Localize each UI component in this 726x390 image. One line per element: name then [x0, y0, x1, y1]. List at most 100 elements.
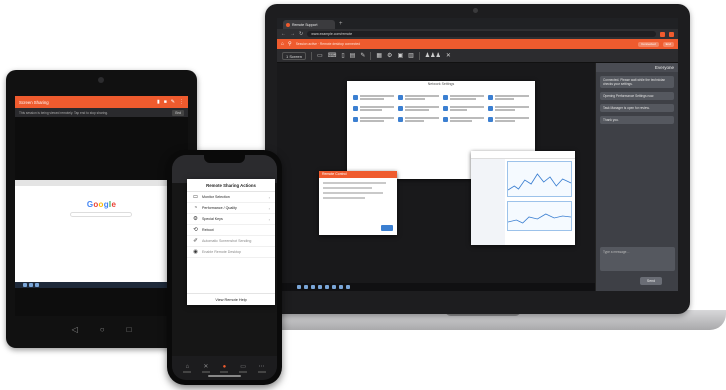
remote-dialog[interactable]: Remote Control — [319, 171, 397, 235]
settings-tile[interactable] — [443, 117, 484, 123]
game-icon — [488, 106, 493, 111]
taskbar-app-icon[interactable] — [304, 285, 308, 289]
users-icon[interactable]: ♟♟♟ — [425, 52, 441, 60]
home-icon: ⌂ — [185, 363, 190, 370]
settings-tile[interactable] — [488, 106, 529, 112]
mouse-icon[interactable]: ▯ — [341, 52, 344, 60]
google-search-box[interactable] — [70, 212, 132, 217]
settings-tile[interactable] — [398, 106, 439, 112]
settings-tile[interactable] — [443, 106, 484, 112]
tablet-app-bar: Screen Sharing ▮ ■ ✎ ⋮ — [15, 96, 188, 108]
monitor-icon[interactable]: ▭ — [317, 52, 323, 60]
keyboard-icon[interactable]: ⌨ — [328, 52, 337, 60]
reload-icon[interactable]: ↻ — [299, 31, 303, 37]
chevron-right-icon: › — [268, 194, 270, 200]
taskbar-app-icon[interactable] — [346, 285, 350, 289]
remote-desktop-view[interactable]: Network Settings Remote Control — [277, 63, 595, 291]
browser-tab[interactable]: Remote Support — [283, 20, 335, 29]
menu-item-remote-desktop[interactable]: ◉ Enable Remote Desktop — [187, 247, 275, 258]
trash-icon[interactable]: ▮ — [157, 99, 160, 105]
task-manager-window[interactable] — [471, 151, 575, 245]
taskbar-app-icon[interactable] — [311, 285, 315, 289]
settings-tile[interactable] — [353, 95, 394, 101]
file-icon[interactable]: ▦ — [376, 52, 382, 60]
settings-tile[interactable] — [353, 106, 394, 112]
dialog-body — [319, 178, 397, 206]
back-icon[interactable]: ◁ — [72, 325, 78, 334]
tablet-end-button[interactable]: End — [172, 109, 184, 116]
session-toolbar: 1 Screen ▭ ⌨ ▯ ▤ ✎ ▦ ⚙ ▣ ▥ ♟♟♟ ✕ — [277, 49, 678, 63]
laptop-screen: Remote Support + ← → ↻ www.example.com/r… — [277, 18, 678, 291]
tab-home[interactable]: ⌂ — [183, 363, 192, 373]
taskbar-app-icon[interactable] — [332, 285, 336, 289]
chat-message: Thank you. — [600, 116, 674, 124]
chat-input[interactable]: Type a message… — [600, 247, 675, 271]
gauge-icon: ◔ — [193, 205, 198, 211]
menu-item-reboot[interactable]: ⟲ Reboot — [187, 225, 275, 236]
taskbar-app-icon[interactable] — [318, 285, 322, 289]
tablet-camera — [98, 77, 104, 83]
back-icon[interactable]: ← — [281, 31, 286, 37]
taskbar-app-icon[interactable] — [23, 283, 27, 287]
settings-tile[interactable] — [488, 117, 529, 123]
menu-item-special-keys[interactable]: ⚙ Special Keys › — [187, 214, 275, 225]
divider — [311, 51, 313, 60]
dialog-ok-button[interactable] — [381, 225, 393, 231]
remote-taskbar — [277, 283, 595, 291]
taskbar-app-icon[interactable] — [325, 285, 329, 289]
screen-select[interactable]: 1 Screen — [282, 51, 307, 60]
app-header-bar: ⌂ ⚲ Session active · Remote desktop conn… — [277, 39, 678, 49]
new-tab-icon[interactable]: + — [339, 20, 343, 29]
extension-icon[interactable] — [660, 31, 665, 37]
settings-tile[interactable] — [353, 117, 394, 123]
tab-tools[interactable]: ✕ — [201, 363, 210, 373]
chat-panel: Everyone Connected. Please wait while th… — [595, 63, 678, 291]
settings-tile[interactable] — [488, 95, 529, 101]
taskbar-app-icon[interactable] — [297, 285, 301, 289]
pen-icon[interactable]: ✎ — [360, 52, 365, 60]
taskbar-app-icon[interactable] — [339, 285, 343, 289]
accessibility-icon — [353, 117, 358, 122]
taskbar-app-icon[interactable] — [29, 283, 33, 287]
tab-chat[interactable]: ▭ — [239, 363, 248, 373]
chat-icon[interactable]: ▣ — [397, 52, 403, 60]
close-icon[interactable]: ✕ — [446, 52, 451, 60]
chat-message: Opening Performance Settings now. — [600, 92, 674, 100]
settings-tile[interactable] — [398, 95, 439, 101]
forward-icon[interactable]: → — [290, 31, 295, 37]
memory-graph-line — [507, 213, 572, 224]
home-icon[interactable]: ⌂ — [281, 41, 284, 47]
settings-tile[interactable] — [443, 95, 484, 101]
menu-item-label: Special Keys — [202, 217, 223, 221]
end-session-button[interactable]: End — [662, 41, 674, 47]
apps-icon — [353, 106, 358, 111]
tablet-remote-view[interactable]: Google — [15, 180, 188, 282]
search-icon[interactable]: ⚲ — [288, 41, 292, 47]
gear-icon: ⚙ — [193, 216, 198, 222]
laptop-camera — [473, 8, 478, 13]
view-remote-help-button[interactable]: View Remote Help — [187, 293, 275, 305]
tab-more[interactable]: ⋯ — [257, 363, 266, 373]
home-icon[interactable]: ○ — [100, 325, 105, 334]
taskbar-app-icon[interactable] — [35, 283, 39, 287]
tablet-browser-chrome — [15, 180, 188, 186]
settings-tile[interactable] — [398, 117, 439, 123]
url-field[interactable]: www.example.com/remote — [307, 31, 656, 37]
tablet-notice-bar: This session is being viewed remotely. T… — [15, 108, 188, 117]
gear-icon[interactable]: ⚙ — [387, 52, 392, 60]
globe-icon — [443, 95, 448, 100]
tab-session[interactable]: ● — [220, 364, 229, 373]
grid-icon[interactable]: ▥ — [408, 52, 414, 60]
menu-item-performance[interactable]: ◔ Performance / Quality › — [187, 203, 275, 214]
phone-notch — [204, 155, 245, 163]
menu-item-screenshot[interactable]: ✐ Automatic Screenshot Sending — [187, 236, 275, 247]
extension-icon[interactable] — [669, 31, 674, 37]
more-icon[interactable]: ⋮ — [179, 99, 184, 105]
clipboard-icon[interactable]: ▤ — [350, 52, 356, 60]
menu-item-monitor-selection[interactable]: ▭ Monitor Selection › — [187, 192, 275, 203]
edit-icon[interactable]: ✎ — [171, 99, 175, 105]
connection-pill[interactable]: Connected — [638, 41, 659, 47]
recents-icon[interactable]: □ — [127, 325, 132, 334]
chat-send-button[interactable]: Send — [640, 277, 662, 285]
stop-icon[interactable]: ■ — [164, 99, 167, 105]
